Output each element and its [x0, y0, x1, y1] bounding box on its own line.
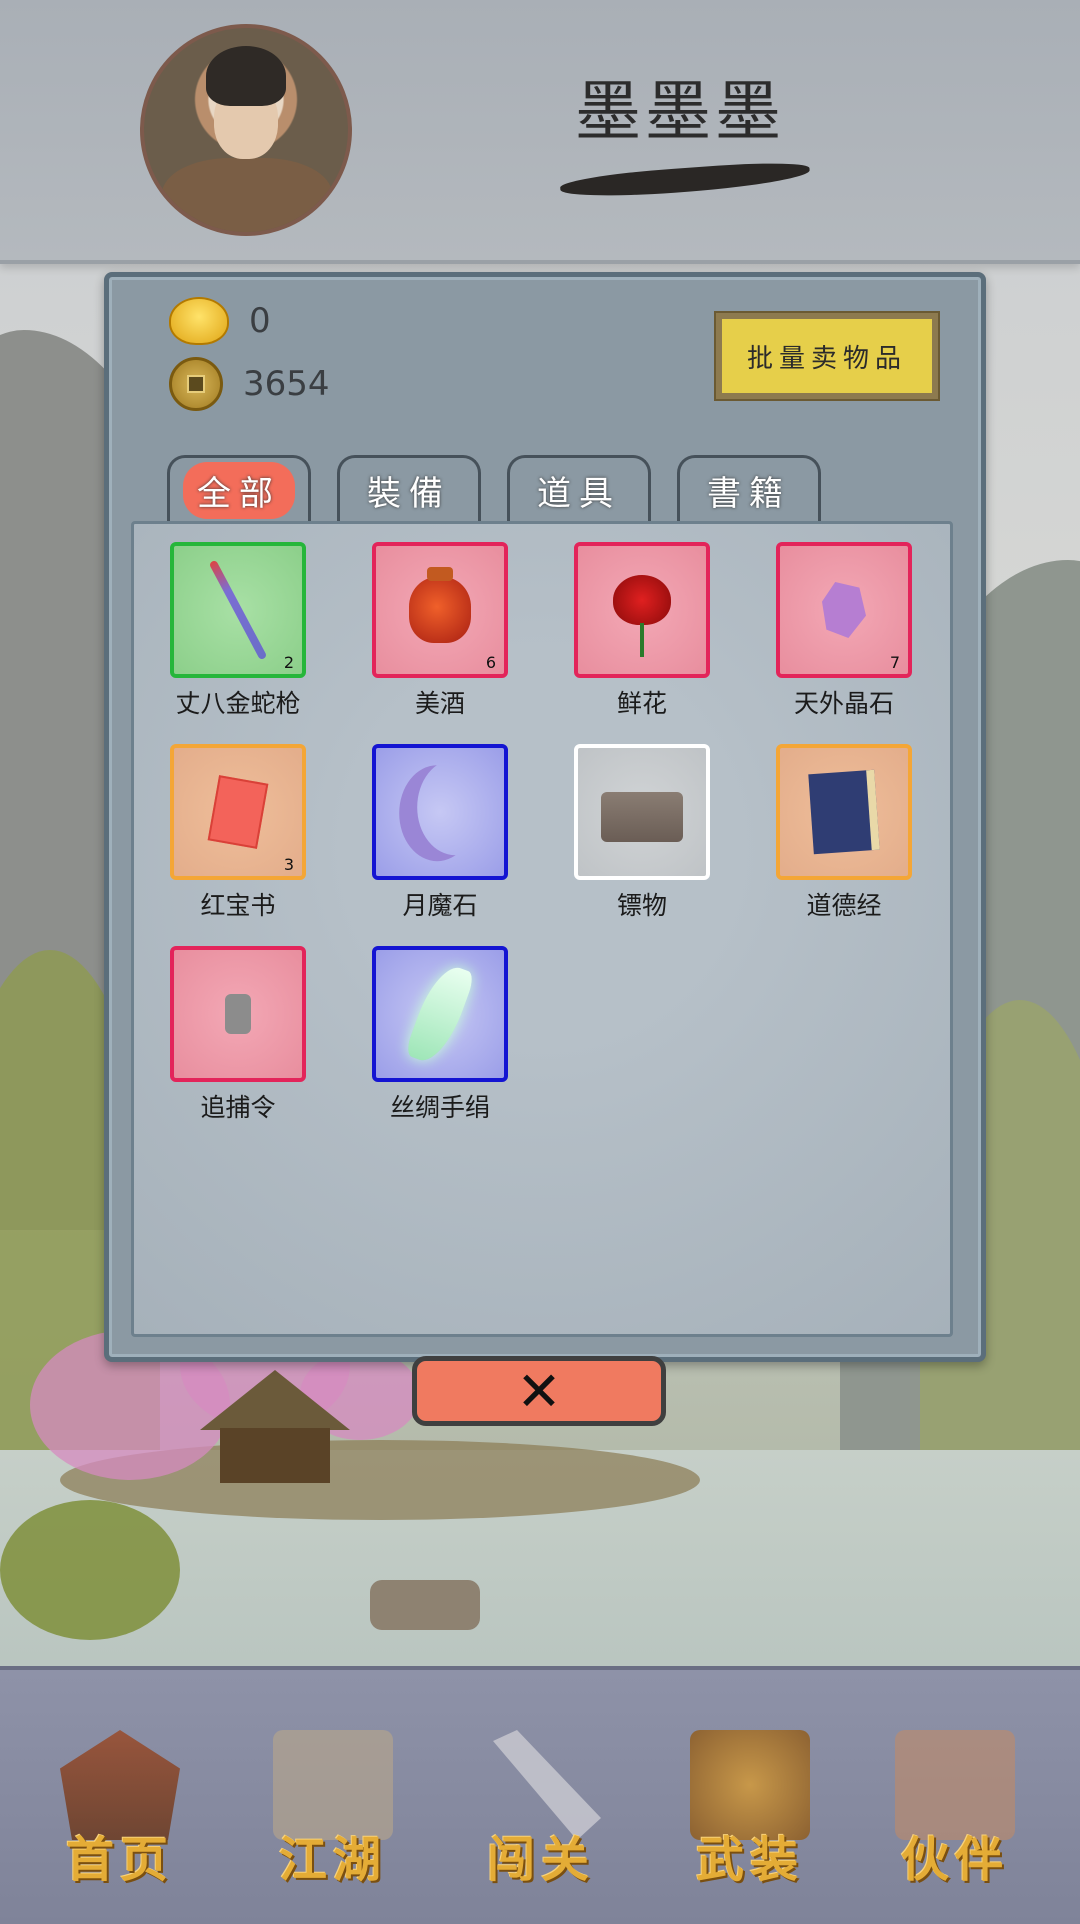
inventory-item: 道德经	[776, 744, 912, 946]
item-name: 道德经	[806, 891, 882, 920]
inventory-item: 鲜花	[574, 542, 710, 744]
nav-home[interactable]: 首页	[45, 1730, 195, 1900]
silk-handkerchief-icon	[404, 960, 476, 1068]
inventory-panel: 0 3654 批量卖物品 全部 裝備 道具 書籍 2 丈八金蛇枪 6 美酒 鲜花…	[104, 272, 986, 1362]
item-count: 2	[283, 653, 294, 672]
nav-label: 首页	[65, 1832, 174, 1888]
escort-box-icon	[601, 792, 683, 843]
item-slot[interactable]: 3	[170, 744, 306, 880]
inventory-tabs: 全部 裝備 道具 書籍	[167, 455, 821, 523]
inventory-item: 镖物	[574, 744, 710, 946]
item-count: 6	[485, 653, 496, 672]
tab-equipment[interactable]: 裝備	[337, 455, 481, 523]
nav-wuzhuang[interactable]: 武装	[675, 1730, 825, 1900]
item-count: 3	[283, 855, 294, 874]
item-slot[interactable]	[574, 542, 710, 678]
item-slot[interactable]	[776, 744, 912, 880]
copper-currency: 3654	[169, 357, 330, 411]
red-book-icon	[207, 775, 269, 849]
inventory-item: 追捕令	[170, 946, 306, 1148]
rose-icon	[613, 574, 671, 657]
stepping-rock	[370, 1580, 480, 1630]
inventory-item: 2 丈八金蛇枪	[170, 542, 306, 744]
item-name: 追捕令	[200, 1093, 276, 1122]
thatched-hut	[200, 1370, 350, 1483]
item-name: 红宝书	[200, 891, 276, 920]
nav-label: 闯关	[486, 1832, 595, 1888]
tab-label: 裝備	[367, 474, 451, 514]
wine-jar-icon	[409, 567, 471, 643]
item-name: 月魔石	[402, 891, 478, 920]
nav-label: 武装	[695, 1832, 804, 1888]
tab-all[interactable]: 全部	[167, 455, 311, 523]
copper-amount: 3654	[243, 364, 330, 404]
item-name: 鲜花	[616, 689, 667, 718]
nav-huoban[interactable]: 伙伴	[880, 1730, 1030, 1900]
item-slot[interactable]: 6	[372, 542, 508, 678]
scripture-book-icon	[808, 769, 880, 855]
tab-items[interactable]: 道具	[507, 455, 651, 523]
item-count: 7	[889, 653, 900, 672]
gold-amount: 0	[249, 301, 271, 341]
item-slot[interactable]	[372, 946, 508, 1082]
nav-chuangguan[interactable]: 闯关	[466, 1730, 616, 1900]
item-name: 天外晶石	[793, 689, 894, 718]
inventory-item: 丝绸手绢	[372, 946, 508, 1148]
player-name: 墨墨墨	[575, 73, 785, 150]
gold-currency: 0	[169, 297, 271, 345]
tab-label: 書籍	[707, 474, 791, 514]
inventory-grid: 2 丈八金蛇枪 6 美酒 鲜花 7 天外晶石 3 红宝书 月魔石 镖物 道德经 …	[170, 542, 912, 1148]
bottom-nav: 首页 江湖 闯关 武装 伙伴	[0, 1666, 1080, 1924]
gold-ingot-icon	[169, 297, 229, 345]
green-tree	[0, 1500, 180, 1640]
ink-brush-stroke	[559, 159, 811, 201]
item-name: 美酒	[414, 689, 465, 718]
tab-books[interactable]: 書籍	[677, 455, 821, 523]
inventory-grid-area: 2 丈八金蛇枪 6 美酒 鲜花 7 天外晶石 3 红宝书 月魔石 镖物 道德经 …	[131, 521, 953, 1337]
close-button[interactable]: ✕	[412, 1356, 666, 1426]
item-slot[interactable]: 7	[776, 542, 912, 678]
batch-sell-button[interactable]: 批量卖物品	[714, 311, 940, 401]
tab-label: 全部	[183, 462, 295, 519]
item-name: 丝绸手绢	[389, 1093, 490, 1122]
item-slot[interactable]	[170, 946, 306, 1082]
player-header: 墨墨墨	[0, 0, 1080, 264]
item-slot[interactable]	[574, 744, 710, 880]
avatar[interactable]	[140, 24, 352, 236]
nav-jianghu[interactable]: 江湖	[258, 1730, 408, 1900]
item-slot[interactable]: 2	[170, 542, 306, 678]
inventory-item: 7 天外晶石	[776, 542, 912, 744]
token-icon	[225, 994, 251, 1034]
copper-coin-icon	[169, 357, 223, 411]
inventory-item: 月魔石	[372, 744, 508, 946]
item-name: 镖物	[616, 891, 667, 920]
tab-label: 道具	[537, 474, 621, 514]
spear-icon	[208, 559, 268, 661]
inventory-item: 6 美酒	[372, 542, 508, 744]
item-slot[interactable]	[372, 744, 508, 880]
crystal-icon	[822, 582, 866, 638]
item-name: 丈八金蛇枪	[175, 689, 301, 718]
inventory-item: 3 红宝书	[170, 744, 306, 946]
nav-label: 江湖	[278, 1832, 387, 1888]
crescent-moon-icon	[417, 759, 493, 855]
nav-label: 伙伴	[900, 1832, 1009, 1888]
